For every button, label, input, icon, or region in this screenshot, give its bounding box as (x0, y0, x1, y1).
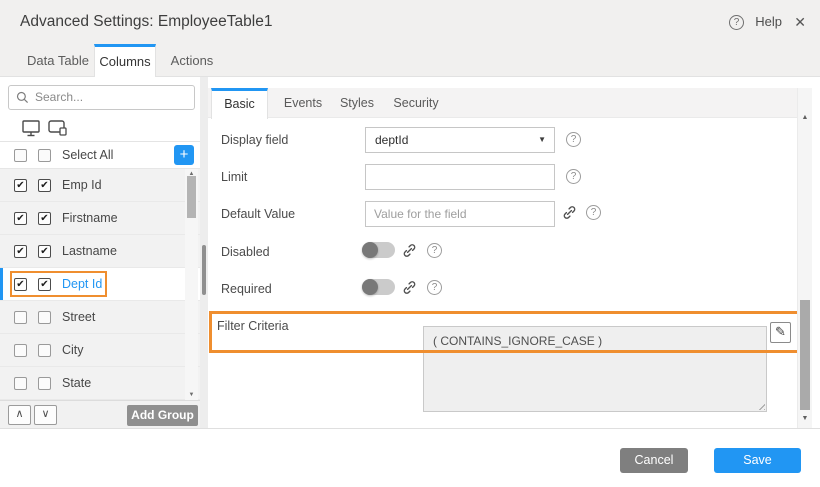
required-label: Required (221, 282, 272, 296)
help-link[interactable]: Help (755, 0, 782, 44)
checkbox-mobile[interactable]: ✔ (38, 245, 51, 258)
list-item-label: Street (62, 301, 95, 333)
list-item-label: State (62, 367, 91, 399)
checkbox-mobile[interactable] (38, 344, 51, 357)
scroll-down-icon[interactable]: ▼ (798, 415, 812, 422)
select-all-row: Select All + (0, 142, 200, 169)
advanced-settings-dialog: Advanced Settings: EmployeeTable1 ? Help… (0, 0, 820, 487)
checkbox-desktop[interactable] (14, 311, 27, 324)
checkbox-mobile[interactable] (38, 377, 51, 390)
search-input[interactable]: Search... (8, 85, 195, 110)
tab-actions[interactable]: Actions (164, 44, 220, 77)
move-down-button[interactable]: ∨ (34, 405, 57, 425)
checkbox-mobile[interactable]: ✔ (38, 179, 51, 192)
filter-criteria-label: Filter Criteria (217, 319, 289, 333)
select-all-label: Select All (62, 142, 113, 168)
bind-link-icon[interactable] (401, 242, 418, 259)
list-item-label: Lastname (62, 235, 117, 267)
limit-input[interactable] (365, 164, 555, 190)
tab-security[interactable]: Security (385, 88, 447, 118)
selected-indicator-bar (0, 268, 3, 300)
checkbox-mobile[interactable]: ✔ (38, 212, 51, 225)
scroll-down-icon[interactable]: ▼ (185, 392, 198, 398)
list-item-emp-id[interactable]: ✔ ✔ Emp Id (0, 169, 200, 202)
properties-tab-bar: Basic Events Styles Security (208, 88, 797, 118)
display-field-help-icon[interactable]: ? (566, 132, 581, 147)
disabled-label: Disabled (221, 245, 270, 259)
scrollbar-thumb[interactable] (800, 300, 810, 410)
chevron-down-icon: ▼ (538, 128, 546, 152)
tab-columns[interactable]: Columns (94, 44, 156, 77)
toggle-knob (362, 279, 378, 295)
required-toggle[interactable] (362, 279, 395, 295)
required-help-icon[interactable]: ? (427, 280, 442, 295)
list-item-lastname[interactable]: ✔ ✔ Lastname (0, 235, 200, 268)
panel-divider-thumb[interactable] (202, 245, 206, 295)
list-item-state[interactable]: State (0, 367, 200, 400)
list-item-label: Dept Id (62, 268, 102, 300)
cancel-button[interactable]: Cancel (620, 448, 688, 473)
checkbox-desktop[interactable]: ✔ (14, 179, 27, 192)
scroll-up-icon[interactable]: ▲ (798, 114, 812, 121)
checkbox-desktop[interactable] (14, 377, 27, 390)
close-icon[interactable]: ✕ (794, 0, 806, 44)
list-item-city[interactable]: City (0, 334, 200, 367)
sidebar-footer: ∧ ∨ Add Group (0, 400, 200, 428)
limit-label: Limit (221, 170, 247, 184)
checkbox-desktop[interactable]: ✔ (14, 278, 27, 291)
checkbox-mobile[interactable] (38, 311, 51, 324)
tab-styles[interactable]: Styles (331, 88, 383, 118)
checkbox-desktop[interactable]: ✔ (14, 212, 27, 225)
list-item-firstname[interactable]: ✔ ✔ Firstname (0, 202, 200, 235)
move-up-button[interactable]: ∧ (8, 405, 31, 425)
scrollbar-thumb[interactable] (187, 176, 196, 218)
disabled-toggle[interactable] (362, 242, 395, 258)
list-item-street[interactable]: Street (0, 301, 200, 334)
help-icon[interactable]: ? (729, 15, 744, 30)
device-filter-row (0, 116, 200, 142)
dialog-footer: Cancel Save (0, 428, 820, 487)
mobile-tablet-icon[interactable] (48, 120, 68, 136)
checkbox-desktop-select-all[interactable] (14, 149, 27, 162)
save-button[interactable]: Save (714, 448, 801, 473)
edit-filter-icon[interactable]: ✎ (770, 322, 791, 343)
checkbox-mobile[interactable]: ✔ (38, 278, 51, 291)
search-icon (16, 91, 29, 104)
panel-scrollbar[interactable]: ▲ ▼ (797, 88, 812, 428)
display-field-value: deptId (375, 133, 408, 147)
add-column-button[interactable]: + (174, 145, 194, 165)
checkbox-desktop[interactable] (14, 344, 27, 357)
desktop-icon[interactable] (22, 120, 41, 137)
list-item-label: Firstname (62, 202, 118, 234)
main-tab-bar: Data Table Columns Actions (0, 44, 820, 77)
list-item-label: City (62, 334, 84, 366)
display-field-label: Display field (221, 133, 288, 147)
bind-link-icon[interactable] (401, 279, 418, 296)
default-value-help-icon[interactable]: ? (586, 205, 601, 220)
dialog-title: Advanced Settings: EmployeeTable1 (20, 0, 272, 44)
filter-criteria-textarea[interactable]: ( CONTAINS_IGNORE_CASE ) (423, 326, 767, 412)
checkbox-desktop[interactable]: ✔ (14, 245, 27, 258)
toggle-knob (362, 242, 378, 258)
limit-help-icon[interactable]: ? (566, 169, 581, 184)
sidebar-scrollbar[interactable]: ▲ ▼ (185, 169, 198, 400)
default-value-label: Default Value (221, 207, 295, 221)
tab-events[interactable]: Events (275, 88, 331, 118)
default-value-input[interactable] (365, 201, 555, 227)
dialog-header: Advanced Settings: EmployeeTable1 ? Help… (0, 0, 820, 44)
disabled-help-icon[interactable]: ? (427, 243, 442, 258)
bind-link-icon[interactable] (561, 204, 578, 221)
tab-data-table[interactable]: Data Table (20, 44, 96, 77)
search-placeholder: Search... (35, 86, 83, 109)
checkbox-mobile-select-all[interactable] (38, 149, 51, 162)
list-item-dept-id[interactable]: ✔ ✔ Dept Id (0, 268, 200, 301)
list-item-label: Emp Id (62, 169, 102, 201)
add-group-button[interactable]: Add Group (127, 405, 198, 426)
display-field-select[interactable]: deptId ▼ (365, 127, 555, 153)
tab-basic[interactable]: Basic (211, 88, 268, 119)
